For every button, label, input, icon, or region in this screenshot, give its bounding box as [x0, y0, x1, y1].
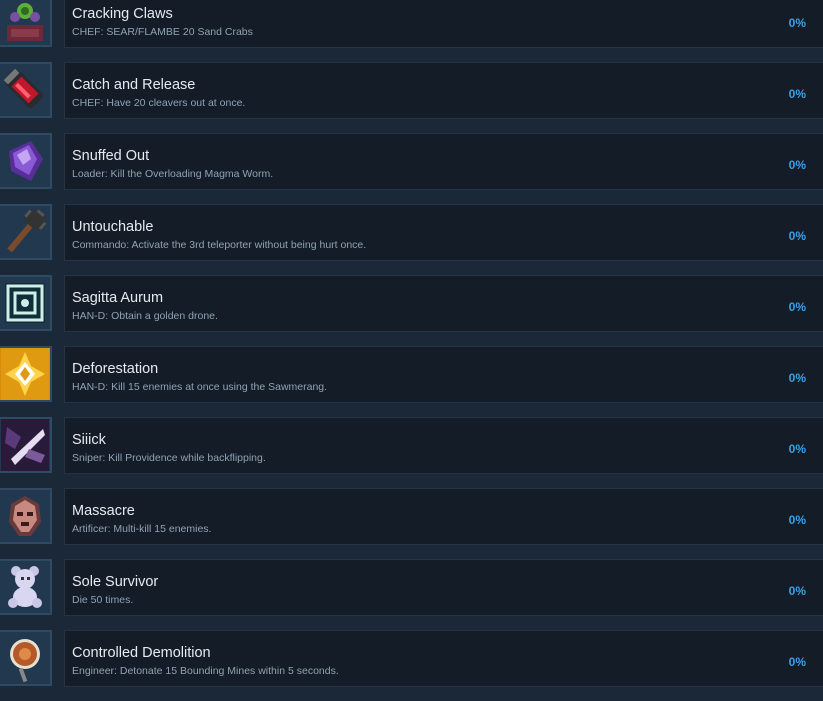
achievement-description: Sniper: Kill Providence while backflippi…	[72, 452, 266, 464]
achievement-row[interactable]: Deforestation HAN-D: Kill 15 enemies at …	[0, 346, 823, 417]
achievement-title: Sagitta Aurum	[72, 290, 164, 306]
achievement-panel: Controlled Demolition Engineer: Detonate…	[64, 630, 823, 687]
unlock-percentage: 0%	[788, 655, 806, 669]
unlock-percentage: 0%	[788, 584, 806, 598]
achievement-description: Commando: Activate the 3rd teleporter wi…	[72, 239, 367, 251]
unlock-percentage: 0%	[788, 300, 806, 314]
teddy-bear-icon	[0, 559, 52, 615]
achievement-title: Controlled Demolition	[72, 645, 211, 661]
achievement-row[interactable]: Siiick Sniper: Kill Providence while bac…	[0, 417, 823, 488]
achievement-title: Catch and Release	[72, 77, 196, 93]
achievement-panel: Cracking Claws CHEF: SEAR/FLAMBE 20 Sand…	[64, 0, 823, 48]
achievement-row[interactable]: Untouchable Commando: Activate the 3rd t…	[0, 204, 823, 275]
achievement-description: CHEF: Have 20 cleavers out at once.	[72, 97, 246, 109]
achievement-description: Die 50 times.	[72, 594, 134, 606]
achievement-title: Sole Survivor	[72, 574, 159, 590]
unlock-percentage: 0%	[788, 513, 806, 527]
unlock-percentage: 0%	[788, 229, 806, 243]
achievement-row[interactable]: Controlled Demolition Engineer: Detonate…	[0, 630, 823, 701]
achievement-title: Untouchable	[72, 219, 154, 235]
cleaver-canister-icon	[0, 62, 52, 118]
achievement-description: Loader: Kill the Overloading Magma Worm.	[72, 168, 274, 180]
achievement-panel: Snuffed Out Loader: Kill the Overloading…	[64, 133, 823, 190]
mine-detonator-icon	[0, 630, 52, 686]
achievement-panel: Deforestation HAN-D: Kill 15 enemies at …	[64, 346, 823, 403]
unlock-percentage: 0%	[788, 87, 806, 101]
achievement-panel: Sagitta Aurum HAN-D: Obtain a golden dro…	[64, 275, 823, 332]
unlock-percentage: 0%	[788, 442, 806, 456]
achievement-title: Cracking Claws	[72, 6, 173, 22]
achievement-row[interactable]: Sagitta Aurum HAN-D: Obtain a golden dro…	[0, 275, 823, 346]
achievement-description: CHEF: SEAR/FLAMBE 20 Sand Crabs	[72, 26, 253, 38]
spiked-club-icon	[0, 204, 52, 260]
unlock-percentage: 0%	[788, 158, 806, 172]
achievement-row[interactable]: Massacre Artificer: Multi-kill 15 enemie…	[0, 488, 823, 559]
achievement-row[interactable]: Sole Survivor Die 50 times. 0%	[0, 559, 823, 630]
achievement-title: Siiick	[72, 432, 106, 448]
unlock-percentage: 0%	[788, 371, 806, 385]
purple-crystal-icon	[0, 133, 52, 189]
achievement-panel: Catch and Release CHEF: Have 20 cleavers…	[64, 62, 823, 119]
achievement-description: HAN-D: Obtain a golden drone.	[72, 310, 218, 322]
unlock-percentage: 0%	[788, 16, 806, 30]
golden-sawmerang-icon	[0, 346, 52, 402]
sniper-slash-icon	[0, 417, 52, 473]
achievement-panel: Untouchable Commando: Activate the 3rd t…	[64, 204, 823, 261]
achievement-panel: Siiick Sniper: Kill Providence while bac…	[64, 417, 823, 474]
achievement-description: Engineer: Detonate 15 Bounding Mines wit…	[72, 665, 339, 677]
achievement-title: Deforestation	[72, 361, 159, 377]
drone-frame-icon	[0, 275, 52, 331]
flower-pot-icon	[0, 0, 52, 47]
achievement-row[interactable]: Cracking Claws CHEF: SEAR/FLAMBE 20 Sand…	[0, 0, 823, 62]
achievement-panel: Sole Survivor Die 50 times. 0%	[64, 559, 823, 616]
demon-mask-icon	[0, 488, 52, 544]
achievement-title: Massacre	[72, 503, 135, 519]
achievement-row[interactable]: Snuffed Out Loader: Kill the Overloading…	[0, 133, 823, 204]
achievement-list: Cracking Claws CHEF: SEAR/FLAMBE 20 Sand…	[0, 0, 823, 701]
achievement-description: Artificer: Multi-kill 15 enemies.	[72, 523, 212, 535]
achievement-row[interactable]: Catch and Release CHEF: Have 20 cleavers…	[0, 62, 823, 133]
achievement-title: Snuffed Out	[72, 148, 150, 164]
achievement-panel: Massacre Artificer: Multi-kill 15 enemie…	[64, 488, 823, 545]
achievement-description: HAN-D: Kill 15 enemies at once using the…	[72, 381, 328, 393]
